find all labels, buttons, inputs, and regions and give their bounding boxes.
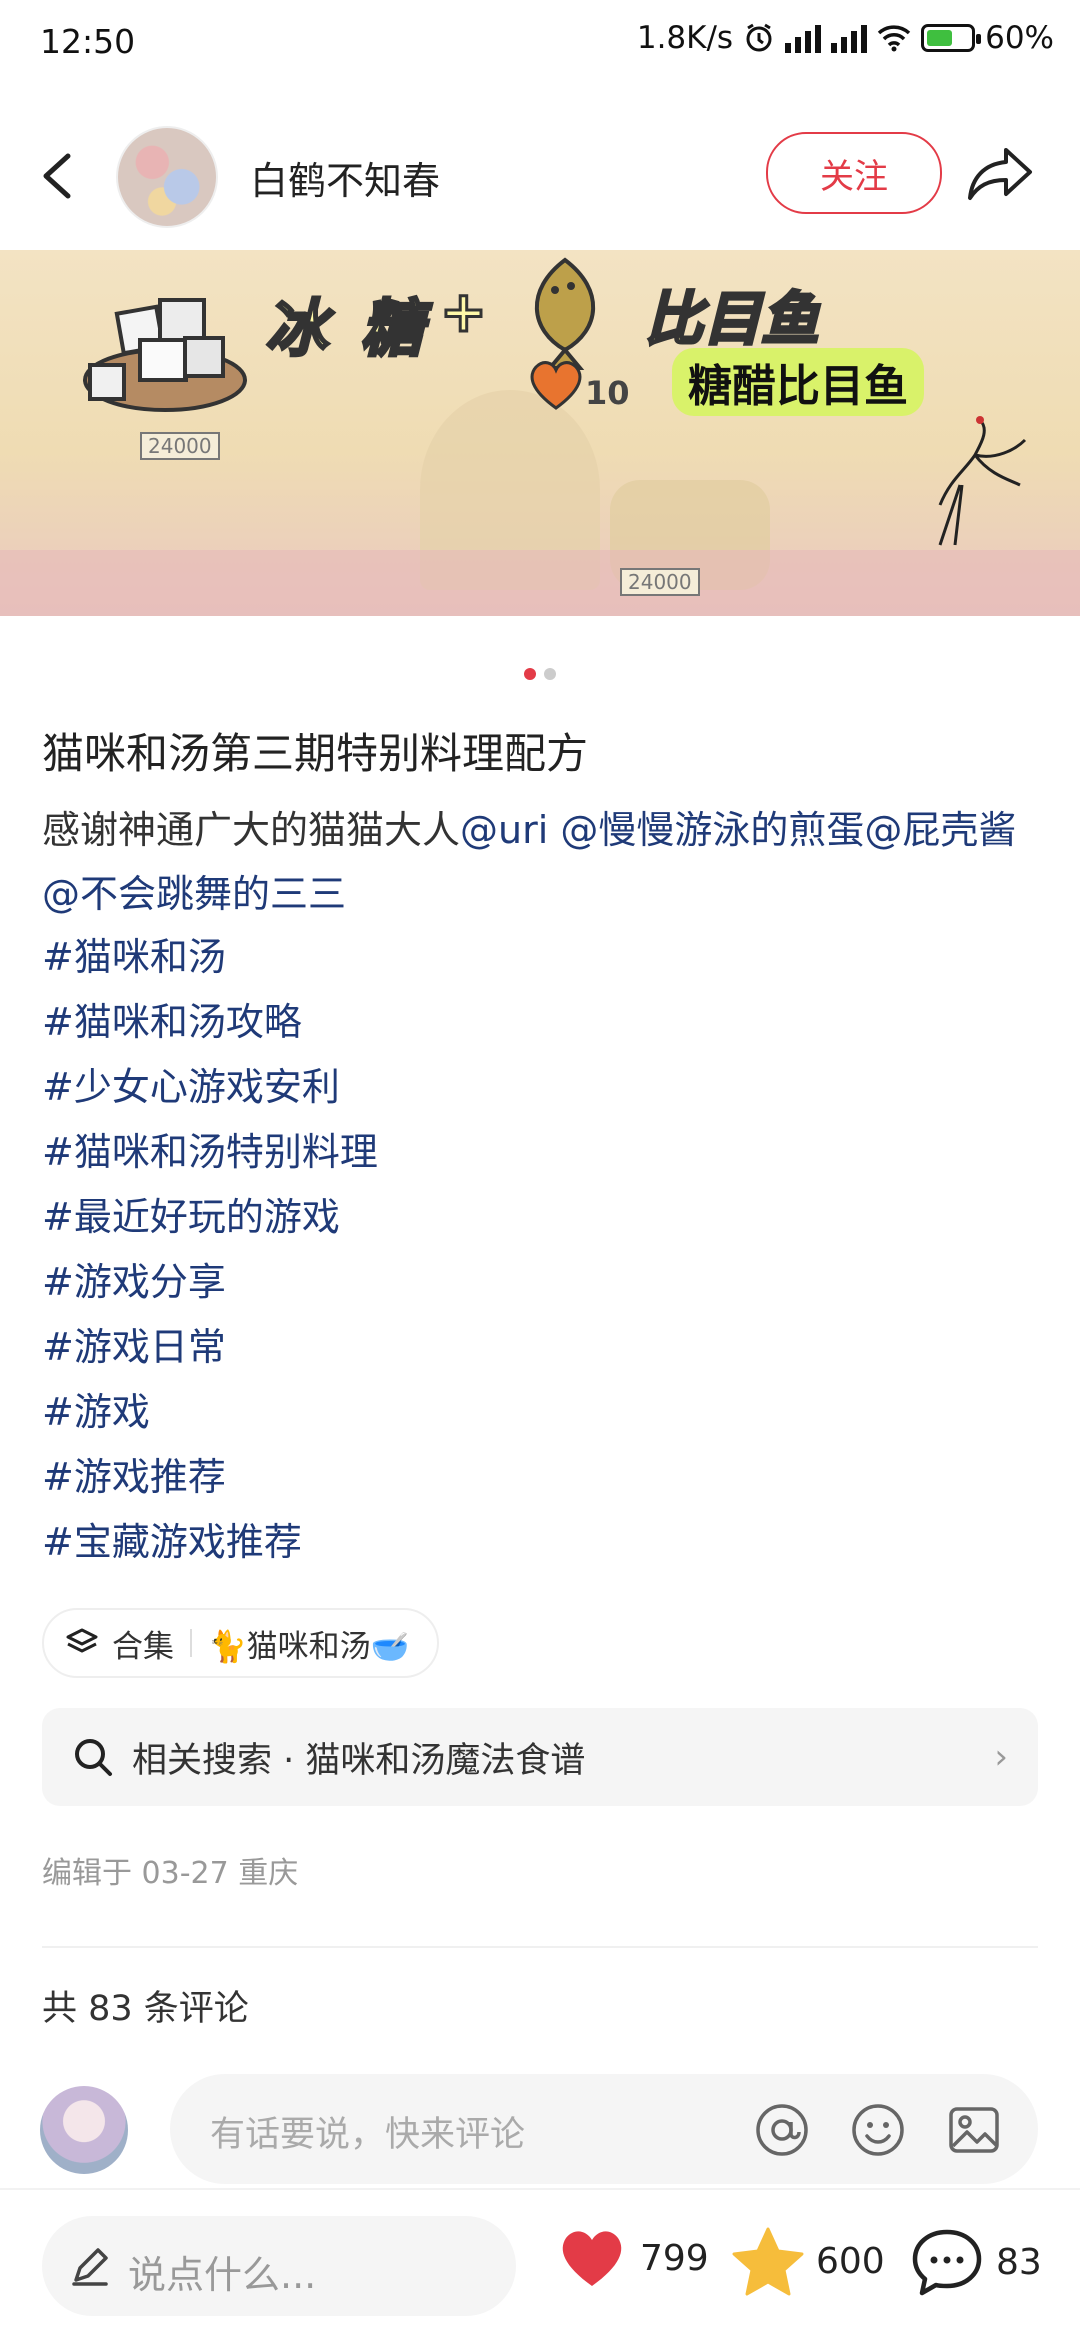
comment-count-value: 83: [996, 2241, 1042, 2283]
hashtag-link[interactable]: #少女心游戏安利: [42, 1056, 340, 1111]
carousel-dot-2: [544, 668, 556, 680]
signal-icon: [785, 23, 822, 53]
collection-label: 合集: [112, 1628, 174, 1665]
hashtag-link[interactable]: #猫咪和汤特别料理: [42, 1121, 378, 1176]
section-divider: [42, 1946, 1038, 1948]
comment-bubble-icon: [912, 2229, 982, 2296]
status-bar: 12:50 1.8K/s 60%: [0, 0, 1080, 90]
collect-button[interactable]: 600: [732, 2226, 885, 2296]
comment-input[interactable]: 有话要说，快来评论: [170, 2074, 1038, 2184]
related-search-label: 相关搜索 · 猫咪和汤魔法食谱: [132, 1740, 586, 1781]
mention-link[interactable]: @屁壳酱: [864, 808, 1016, 852]
network-speed: 1.8K/s: [636, 20, 734, 56]
share-icon[interactable]: [966, 144, 1034, 204]
banner-ingredient-1: 冰 糖: [264, 291, 429, 367]
signal-icon-2: [831, 23, 868, 53]
carousel-indicator: [524, 668, 556, 680]
hashtag-link[interactable]: #游戏: [42, 1381, 150, 1436]
hashtag-link[interactable]: #游戏日常: [42, 1316, 226, 1371]
banner-heart-icon: [530, 361, 582, 410]
banner-floor-decoration: [0, 550, 1080, 616]
mention-link[interactable]: @不会跳舞的三三: [42, 872, 346, 916]
emoji-icon[interactable]: [850, 2102, 906, 2158]
related-search-bar[interactable]: 相关搜索 · 猫咪和汤魔法食谱 ›: [42, 1708, 1038, 1806]
banner-price-sign-2: 24000: [620, 568, 700, 596]
hashtag-link[interactable]: #猫咪和汤: [42, 926, 226, 981]
wifi-icon: [877, 25, 911, 52]
back-arrow-icon[interactable]: [36, 148, 86, 204]
banner-price-sign-1: 24000: [140, 432, 220, 460]
crane-watermark-icon: [938, 416, 1027, 546]
mention-link[interactable]: @uri: [460, 808, 548, 852]
banner-heart-value: 10: [585, 374, 630, 412]
hashtag-link[interactable]: #宝藏游戏推荐: [42, 1511, 302, 1566]
banner-dish-name: 糖醋比目鱼: [672, 348, 924, 416]
battery-percent: 60%: [985, 20, 1054, 56]
follow-button[interactable]: 关注: [766, 132, 942, 214]
collection-chip[interactable]: 合集 🐈猫咪和汤🥣: [42, 1608, 440, 1678]
say-placeholder: 说点什么...: [128, 2253, 317, 2297]
mention-icon[interactable]: [754, 2102, 810, 2158]
image-icon[interactable]: [946, 2102, 1002, 2158]
star-icon: [732, 2227, 804, 2296]
comment-count: 共 83 条评论: [42, 1989, 249, 2029]
comment-button[interactable]: 83: [910, 2226, 1042, 2298]
hashtag-link[interactable]: #猫咪和汤攻略: [42, 991, 302, 1046]
pencil-icon: [72, 2248, 108, 2286]
post-title: 猫咪和汤第三期特别料理配方: [42, 729, 589, 778]
carousel-dot-1: [524, 668, 536, 680]
search-icon: [75, 1739, 112, 1776]
edit-meta: 编辑于 03-27 重庆: [42, 1856, 299, 1891]
like-button[interactable]: 799: [556, 2226, 709, 2290]
battery-icon: [921, 24, 982, 52]
banner-plus: +: [439, 279, 489, 347]
status-indicators: 1.8K/s 60%: [637, 20, 1054, 56]
layers-icon: [66, 1628, 98, 1653]
mention-link[interactable]: @慢慢游泳的煎蛋: [560, 808, 864, 852]
alarm-icon: [746, 23, 772, 52]
body-prefix: 感谢神通广大的猫猫大人: [42, 808, 461, 852]
bottom-action-bar: 说点什么... 799 600 83: [0, 2188, 1080, 2342]
hashtag-link[interactable]: #游戏分享: [42, 1251, 226, 1306]
user-avatar: [40, 2086, 128, 2174]
author-avatar[interactable]: [116, 126, 218, 228]
flounder-icon: [534, 257, 596, 370]
collection-divider: [190, 1629, 192, 1657]
like-count: 799: [640, 2237, 709, 2279]
hashtag-link[interactable]: #最近好玩的游戏: [42, 1186, 340, 1241]
status-time: 12:50: [40, 22, 136, 61]
comment-placeholder: 有话要说，快来评论: [210, 2115, 526, 2155]
post-image-carousel[interactable]: 冰 糖 + 比目鱼 糖醋比目鱼 10 24000 24000: [0, 250, 1080, 616]
star-count: 600: [816, 2240, 885, 2282]
say-something-input[interactable]: 说点什么...: [42, 2216, 516, 2316]
post-body: 感谢神通广大的猫猫大人@uri @慢慢游泳的煎蛋@屁壳酱 @不会跳舞的三三: [42, 798, 1042, 926]
banner-ingredient-2: 比目鱼: [643, 284, 820, 355]
rock-sugar-icon: [83, 298, 247, 412]
heart-icon: [562, 2231, 622, 2286]
chevron-right-icon: ›: [994, 1737, 1008, 1777]
post-header: 白鹤不知春 关注: [0, 120, 1080, 230]
hashtag-link[interactable]: #游戏推荐: [42, 1446, 226, 1501]
author-name[interactable]: 白鹤不知春: [250, 150, 440, 205]
collection-name: 🐈猫咪和汤🥣: [208, 1628, 410, 1665]
